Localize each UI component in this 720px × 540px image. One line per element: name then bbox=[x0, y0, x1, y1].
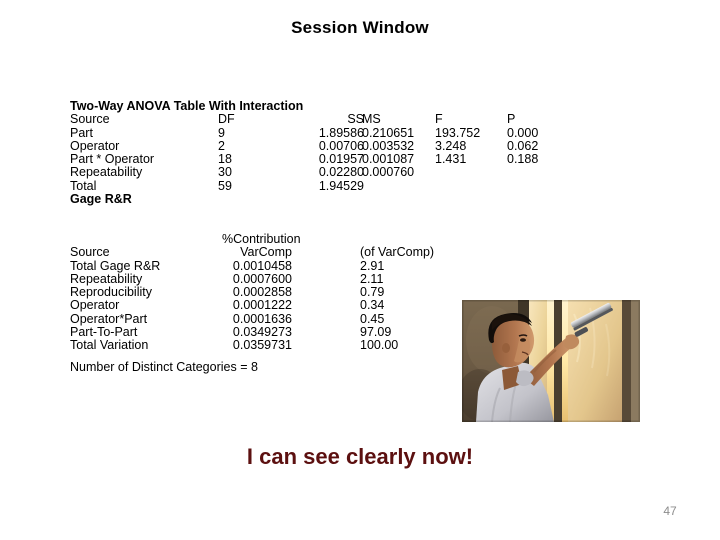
anova-cell-ss: 1.94529 bbox=[318, 178, 364, 193]
gage-heading: Gage R&R bbox=[70, 192, 132, 207]
anova-cell-ms: 0.210651 bbox=[362, 125, 415, 140]
table-row: Part * Operator 18 0.01957 0.001087 1.43… bbox=[70, 152, 670, 167]
anova-cell-ms: 0.003532 bbox=[362, 138, 415, 153]
gage-pct-header-row: %Contribution bbox=[70, 231, 670, 246]
gage-cell-source: Total Gage R&R bbox=[70, 258, 161, 273]
gage-cell-source: Operator bbox=[70, 298, 120, 313]
anova-cell-f: 1.431 bbox=[435, 152, 467, 167]
anova-cell-p: 0.000 bbox=[507, 125, 539, 140]
gage-cell-varcomp: 0.0001222 bbox=[232, 298, 292, 313]
anova-col-ss: SS bbox=[347, 112, 364, 127]
anova-cell-p: 0.188 bbox=[507, 152, 539, 167]
slide-caption: I can see clearly now! bbox=[246, 444, 474, 469]
anova-cell-df: 9 bbox=[218, 125, 225, 140]
page-title: Session Window bbox=[291, 18, 429, 37]
anova-cell-ss: 1.89586 bbox=[318, 125, 364, 140]
gage-cell-source: Repeatability bbox=[70, 271, 143, 286]
anova-cell-df: 59 bbox=[218, 178, 232, 193]
anova-cell-f: 3.248 bbox=[435, 138, 467, 153]
anova-heading: Two-Way ANOVA Table With Interaction bbox=[70, 99, 304, 113]
gage-cell-varcomp: 0.0001636 bbox=[232, 311, 292, 326]
anova-col-f: F bbox=[435, 112, 443, 127]
gage-cell-varcomp: 0.0010458 bbox=[232, 258, 292, 273]
anova-col-p: P bbox=[507, 112, 516, 127]
gage-cell-varcomp: 0.0359731 bbox=[232, 338, 292, 353]
table-row: Part 9 1.89586 0.210651 193.752 0.000 bbox=[70, 125, 670, 140]
gage-cell-pct: 97.09 bbox=[360, 325, 392, 340]
anova-cell-source: Part bbox=[70, 125, 93, 140]
anova-cell-source: Operator bbox=[70, 138, 120, 153]
gage-cell-source: Operator*Part bbox=[70, 311, 148, 326]
page-number: 47 bbox=[663, 504, 677, 518]
slide-root: Session Window Two-Way ANOVA Table With … bbox=[0, 0, 720, 540]
anova-cell-f: 193.752 bbox=[435, 125, 481, 140]
table-row: Total 59 1.94529 bbox=[70, 178, 670, 193]
anova-cell-source: Part * Operator bbox=[70, 152, 155, 167]
gage-cell-pct: 0.45 bbox=[360, 311, 385, 326]
anova-cell-ss: 0.01957 bbox=[318, 152, 364, 167]
table-row: Operator 2 0.00706 0.003532 3.248 0.062 bbox=[70, 138, 670, 153]
photo-illustration bbox=[462, 300, 640, 422]
gage-cell-pct: 0.79 bbox=[360, 285, 385, 300]
gage-cell-varcomp: 0.0002858 bbox=[232, 285, 292, 300]
gage-cell-source: Total Variation bbox=[70, 338, 149, 353]
table-row: Reproducibility 0.0002858 0.79 bbox=[70, 285, 670, 300]
anova-col-df: DF bbox=[218, 112, 235, 127]
anova-col-ms: MS bbox=[362, 112, 381, 127]
anova-cell-source: Total bbox=[70, 178, 97, 193]
anova-cell-p: 0.062 bbox=[507, 138, 539, 153]
anova-cell-df: 18 bbox=[218, 152, 232, 167]
gage-cell-pct: 2.11 bbox=[360, 271, 384, 286]
gage-header-row: Source VarComp (of VarComp) bbox=[70, 245, 670, 260]
window-cleaner-photo bbox=[462, 300, 640, 422]
anova-cell-ss: 0.00706 bbox=[318, 138, 364, 153]
gage-cell-source: Part-To-Part bbox=[70, 325, 138, 340]
gage-cell-varcomp: 0.0349273 bbox=[232, 325, 292, 340]
anova-cell-source: Repeatability bbox=[70, 165, 143, 180]
anova-col-source: Source bbox=[70, 112, 110, 127]
gage-col-varcomp: VarComp bbox=[240, 245, 292, 260]
gage-col-pct: (of VarComp) bbox=[360, 245, 435, 260]
anova-cell-df: 2 bbox=[218, 138, 225, 153]
anova-cell-ss: 0.02280 bbox=[318, 165, 364, 180]
gage-cell-pct: 2.91 bbox=[360, 258, 385, 273]
gage-cell-source: Reproducibility bbox=[70, 285, 152, 300]
gage-pct-header: %Contribution bbox=[222, 231, 301, 246]
gage-cell-pct: 0.34 bbox=[360, 298, 385, 313]
anova-header-row: Source DF SS MS F P bbox=[70, 112, 670, 127]
gage-cell-pct: 100.00 bbox=[360, 338, 399, 353]
anova-cell-ms: 0.001087 bbox=[362, 152, 415, 167]
gage-col-source: Source bbox=[70, 245, 110, 260]
distinct-categories-text: Number of Distinct Categories = 8 bbox=[70, 360, 258, 374]
table-row: Repeatability 0.0007600 2.11 bbox=[70, 271, 670, 286]
table-row: Repeatability 30 0.02280 0.000760 bbox=[70, 165, 670, 180]
anova-cell-ms: 0.000760 bbox=[362, 165, 415, 180]
table-row: Total Gage R&R 0.0010458 2.91 bbox=[70, 258, 670, 273]
gage-cell-varcomp: 0.0007600 bbox=[232, 271, 292, 286]
anova-cell-df: 30 bbox=[218, 165, 232, 180]
